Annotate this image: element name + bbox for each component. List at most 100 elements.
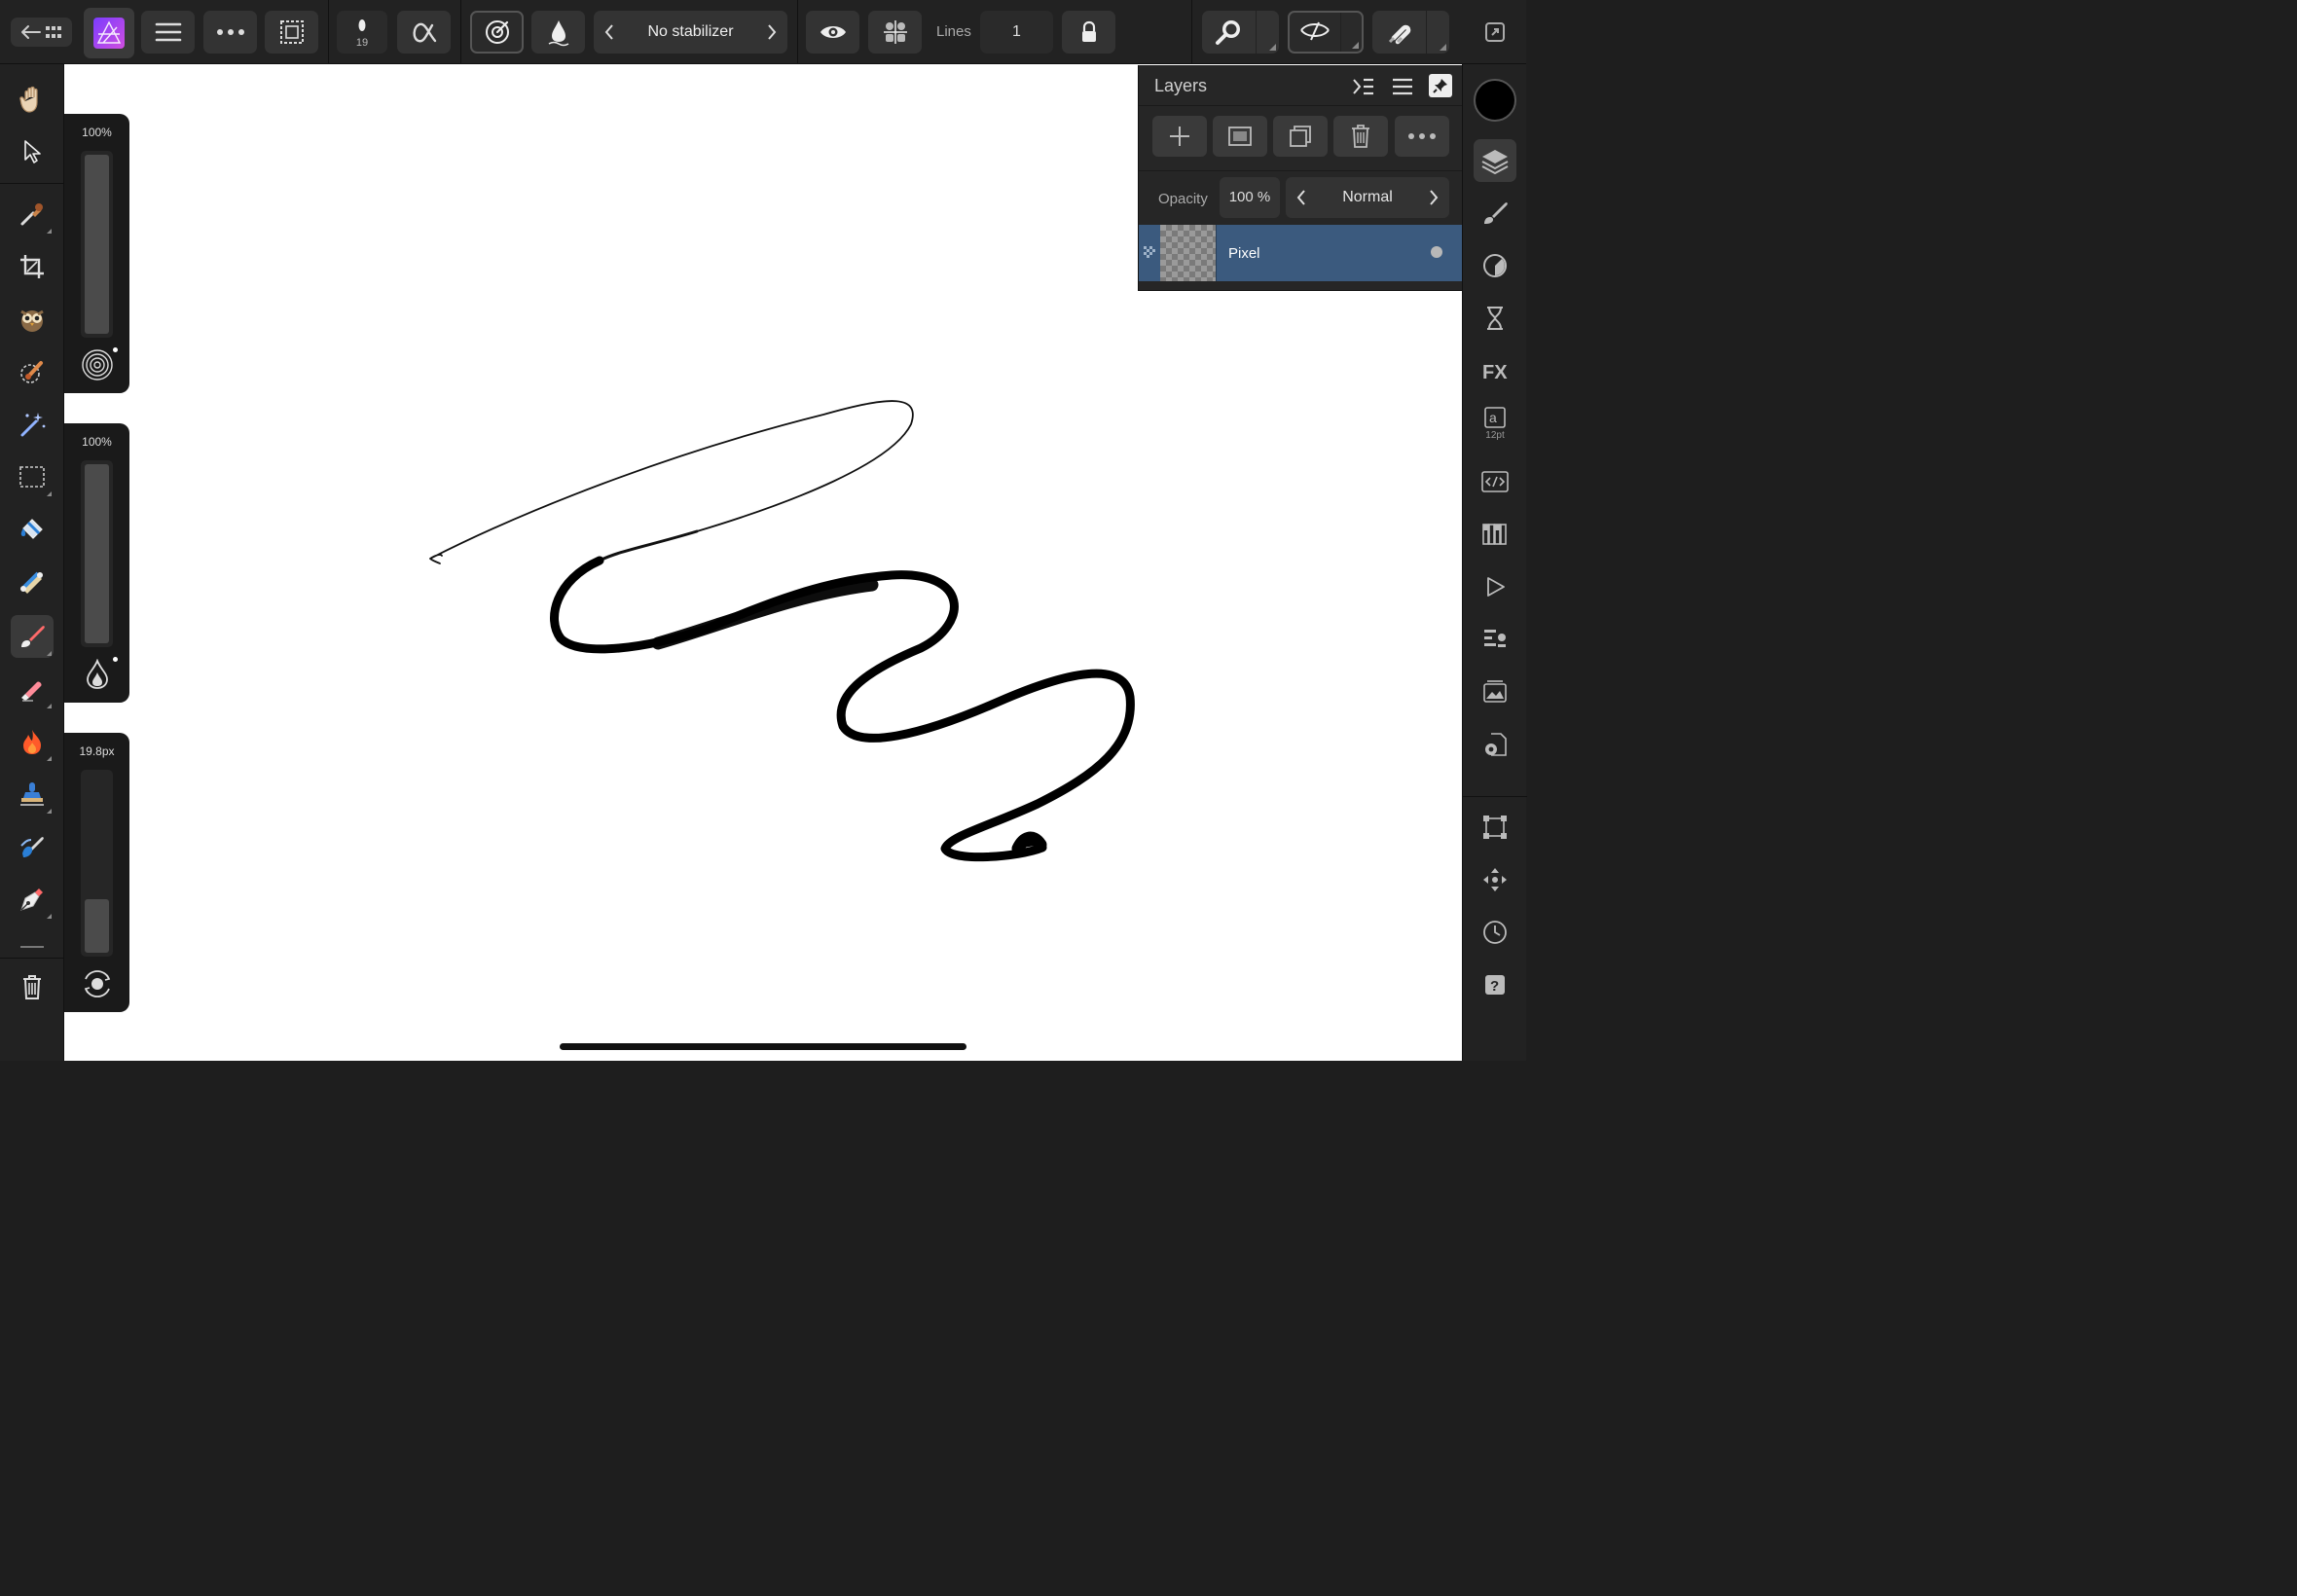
brushes-studio-button[interactable] [1474, 192, 1516, 235]
symmetry-button[interactable] [868, 11, 922, 54]
more-options-button[interactable] [203, 11, 257, 54]
zoom-button[interactable] [1202, 11, 1279, 54]
macros-studio-button[interactable] [1474, 565, 1516, 608]
layer-thumbnail[interactable] [1160, 225, 1217, 281]
adjustments-studio-button[interactable] [1474, 244, 1516, 287]
add-mask-button[interactable] [1213, 116, 1267, 157]
brush-tip-icon [358, 19, 366, 31]
layers-icon [1481, 150, 1509, 174]
color-picker-tool[interactable] [11, 193, 54, 236]
history-scrubber-button[interactable] [1474, 911, 1516, 954]
hand-icon [19, 86, 38, 113]
navigation-button[interactable] [1474, 858, 1516, 901]
crop-tool[interactable] [11, 245, 54, 288]
layer-opacity-field[interactable]: 100 % [1220, 177, 1280, 218]
text-styles-studio-button[interactable]: a 12pt [1474, 402, 1516, 445]
view-button[interactable] [806, 11, 859, 54]
liquify-persona-tool[interactable] [11, 298, 54, 341]
pin-panel-button[interactable] [1429, 74, 1452, 97]
tool-group-corner-icon [47, 914, 52, 919]
layer-properties-row: Opacity 100 % Normal [1139, 170, 1463, 225]
document-settings-button[interactable] [1474, 723, 1516, 766]
flow-button[interactable] [531, 11, 585, 54]
help-button[interactable]: ? [1474, 963, 1516, 1006]
wet-edges-button[interactable] [470, 11, 524, 54]
layer-visibility-toggle[interactable] [1431, 246, 1442, 258]
tools-divider [0, 183, 64, 184]
chevron-right-icon[interactable] [766, 23, 778, 41]
smudge-brush-tool[interactable] [11, 825, 54, 868]
history-studio-button[interactable] [1474, 297, 1516, 340]
paint-brush-tool[interactable] [11, 615, 54, 658]
lock-icon [1081, 20, 1096, 42]
delete-layer-button[interactable] [1333, 116, 1388, 157]
blend-mode-selector[interactable]: Normal [1286, 177, 1449, 218]
studio-panel-bar: FX a 12pt ? [1462, 64, 1527, 1061]
snapping-button[interactable] [1372, 11, 1449, 54]
image-stack-icon [1483, 680, 1507, 703]
channels-studio-button[interactable] [1474, 618, 1516, 661]
move-arrows-icon [1483, 868, 1507, 891]
affinity-photo-app: 19 No stabilizer Lines 1 100% 100% 19.8p… [0, 0, 1527, 1061]
erase-brush-tool[interactable] [11, 668, 54, 710]
layer-row[interactable]: Pixel [1139, 225, 1463, 281]
selection-brush-icon [20, 361, 43, 383]
flood-select-tool[interactable] [11, 403, 54, 446]
marquee-tool[interactable] [11, 455, 54, 498]
gradient-tool[interactable] [11, 561, 54, 603]
fullscreen-button[interactable] [1474, 11, 1516, 54]
group-layers-button[interactable] [1273, 116, 1328, 157]
toolbar-divider [1191, 0, 1192, 64]
transform-button[interactable] [1474, 806, 1516, 849]
pen-tool[interactable] [11, 878, 54, 921]
back-to-documents-button[interactable] [11, 18, 72, 47]
panel-menu-button[interactable] [1390, 74, 1415, 99]
lines-value: 1 [1012, 23, 1021, 40]
chevron-left-icon[interactable] [603, 23, 615, 41]
menu-button[interactable] [141, 11, 195, 54]
navigator-studio-button[interactable] [1474, 671, 1516, 713]
opacity-preset-button[interactable] [80, 347, 115, 382]
flow-slider[interactable] [81, 460, 113, 647]
snippets-studio-button[interactable] [1474, 460, 1516, 503]
lines-label: Lines [936, 23, 971, 40]
swatches-studio-button[interactable] [1474, 513, 1516, 556]
move-tool[interactable] [11, 130, 54, 173]
burn-brush-tool[interactable] [11, 720, 54, 763]
svg-text:a: a [1489, 410, 1497, 425]
layer-options-button[interactable] [1395, 116, 1449, 157]
stamp-icon [20, 782, 44, 806]
question-mark-icon: ? [1485, 975, 1505, 995]
tools-divider [0, 958, 64, 959]
clone-brush-tool[interactable] [11, 773, 54, 816]
hamburger-icon [155, 22, 181, 42]
brush-size-button[interactable]: 19 [337, 11, 387, 54]
stabilizer-selector[interactable]: No stabilizer [594, 11, 787, 54]
photo-persona-button[interactable] [84, 8, 134, 58]
scroll-indicator [20, 946, 44, 948]
flow-preset-button[interactable] [80, 657, 115, 692]
collapse-panel-button[interactable] [1351, 74, 1376, 99]
ellipsis-icon [216, 29, 244, 35]
chevron-right-icon[interactable] [1428, 189, 1440, 206]
tool-group-corner-icon [47, 756, 52, 761]
assistant-button[interactable] [1288, 11, 1364, 54]
chevron-left-icon[interactable] [1295, 189, 1307, 206]
dropdown-corner-icon [1352, 42, 1359, 49]
opacity-slider[interactable] [81, 151, 113, 338]
flood-fill-tool[interactable] [11, 508, 54, 551]
selection-brush-tool[interactable] [11, 350, 54, 393]
effects-studio-button[interactable]: FX [1474, 349, 1516, 392]
layers-studio-button[interactable] [1474, 139, 1516, 182]
add-layer-button[interactable] [1152, 116, 1207, 157]
width-preset-button[interactable] [80, 966, 115, 1001]
width-slider[interactable] [81, 770, 113, 957]
view-tool[interactable] [11, 78, 54, 121]
lines-value-field[interactable]: 1 [980, 11, 1053, 54]
delete-button[interactable] [11, 965, 54, 1008]
alpha-button[interactable] [397, 11, 451, 54]
selection-button[interactable] [265, 11, 318, 54]
lock-button[interactable] [1062, 11, 1115, 54]
home-indicator[interactable] [560, 1043, 966, 1050]
primary-color-swatch[interactable] [1474, 79, 1516, 122]
